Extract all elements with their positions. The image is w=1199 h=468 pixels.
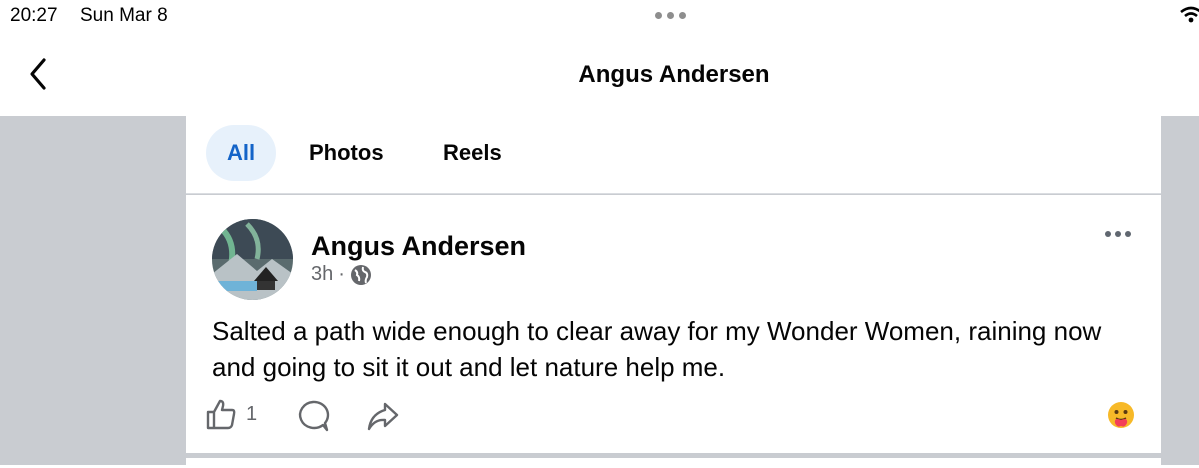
navigation-bar: Angus Andersen (0, 34, 1199, 116)
wifi-icon (1180, 6, 1199, 23)
avatar[interactable] (212, 219, 293, 300)
status-bar: 20:27 Sun Mar 8 (0, 0, 1199, 34)
like-count: 1 (246, 402, 258, 425)
post-card: Angus Andersen 3h · Salted a path wide e… (186, 195, 1161, 453)
like-button[interactable]: 1 (204, 397, 257, 431)
filter-chip-all[interactable]: All (206, 125, 276, 181)
filter-chip-reels[interactable]: Reels (443, 125, 502, 181)
more-options-button[interactable] (1105, 231, 1135, 243)
comment-button[interactable] (296, 399, 330, 433)
share-button[interactable] (366, 399, 400, 433)
post-time[interactable]: 3h (311, 263, 333, 286)
multitasking-dots-icon[interactable] (655, 12, 686, 19)
post-meta: 3h · (311, 263, 372, 286)
globe-icon (350, 264, 371, 285)
page-title: Angus Andersen (578, 61, 770, 88)
care-emoji-icon (1108, 402, 1134, 428)
status-date: Sun Mar 8 (80, 5, 168, 26)
status-time: 20:27 (10, 5, 58, 26)
thumbs-up-icon (206, 399, 236, 430)
next-post-card (186, 458, 1161, 468)
meta-separator: · (338, 263, 345, 285)
post-author-name[interactable]: Angus Andersen (311, 231, 526, 262)
filter-chip-photos[interactable]: Photos (309, 125, 384, 181)
post-text: Salted a path wide enough to clear away … (212, 316, 1102, 382)
filter-bar: All Photos Reels (186, 116, 1161, 194)
